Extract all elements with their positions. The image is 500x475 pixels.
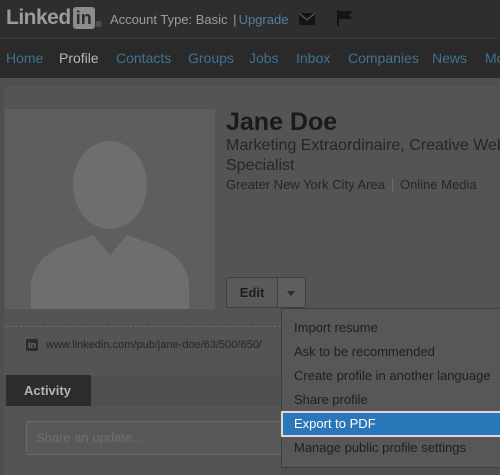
menu-item-ask-recommended[interactable]: Ask to be recommended xyxy=(282,340,500,364)
chevron-down-icon xyxy=(287,291,295,296)
nav-profile[interactable]: Profile xyxy=(59,50,99,66)
nav-news[interactable]: News xyxy=(432,50,467,66)
profile-headline: Marketing Extraordinaire, Creative Web S… xyxy=(226,137,500,174)
profile-industry[interactable]: Online Media xyxy=(400,177,477,192)
edit-button[interactable]: Edit xyxy=(226,277,278,308)
mail-icon[interactable] xyxy=(299,12,315,30)
profile-name: Jane Doe xyxy=(226,108,338,136)
avatar-silhouette-icon xyxy=(5,109,215,309)
nav-groups[interactable]: Groups xyxy=(188,50,234,66)
nav-companies[interactable]: Companies xyxy=(348,50,419,66)
account-separator: | xyxy=(233,12,237,27)
menu-item-public-profile-settings[interactable]: Manage public profile settings xyxy=(282,436,500,460)
meta-divider xyxy=(391,178,393,191)
nav-jobs[interactable]: Jobs xyxy=(249,50,279,66)
account-type-label: Account Type: Basic xyxy=(110,12,228,27)
top-bar: Linked in ® Account Type: Basic | Upgrade xyxy=(0,0,500,38)
profile-location[interactable]: Greater New York City Area xyxy=(226,177,385,192)
menu-item-import-resume[interactable]: Import resume xyxy=(282,316,500,340)
divider xyxy=(5,326,281,327)
share-update-input[interactable]: Share an update... xyxy=(26,421,286,455)
logo-text: Linked xyxy=(6,6,71,29)
edit-dropdown-toggle[interactable] xyxy=(278,277,306,308)
menu-item-create-profile-language[interactable]: Create profile in another language xyxy=(282,364,500,388)
linkedin-logo[interactable]: Linked in ® xyxy=(6,6,102,30)
edit-menu: Import resume Ask to be recommended Crea… xyxy=(281,308,500,468)
linkedin-icon: in xyxy=(26,339,38,351)
nav-home[interactable]: Home xyxy=(6,50,43,66)
public-profile-url[interactable]: in www.linkedin.com/pub/jane-doe/63/500/… xyxy=(26,339,262,351)
main-nav: Home Profile Contacts Groups Jobs Inbox … xyxy=(0,38,500,78)
nav-contacts[interactable]: Contacts xyxy=(116,50,171,66)
nav-more[interactable]: Mo xyxy=(485,50,500,66)
upgrade-link[interactable]: Upgrade xyxy=(239,12,289,27)
public-url-text[interactable]: www.linkedin.com/pub/jane-doe/63/500/650… xyxy=(46,339,262,351)
tab-activity[interactable]: Activity xyxy=(6,375,91,406)
menu-item-share-profile[interactable]: Share profile xyxy=(282,388,500,412)
profile-meta: Greater New York City Area Online Media xyxy=(226,177,477,192)
logo-registered-mark: ® xyxy=(95,20,102,29)
logo-in-box: in xyxy=(72,7,95,29)
nav-inbox[interactable]: Inbox xyxy=(296,50,330,66)
flag-icon[interactable] xyxy=(336,10,354,31)
profile-photo-placeholder[interactable] xyxy=(5,109,215,309)
menu-item-export-pdf[interactable]: Export to PDF xyxy=(281,411,500,437)
account-type: Account Type: Basic | Upgrade xyxy=(110,12,288,27)
